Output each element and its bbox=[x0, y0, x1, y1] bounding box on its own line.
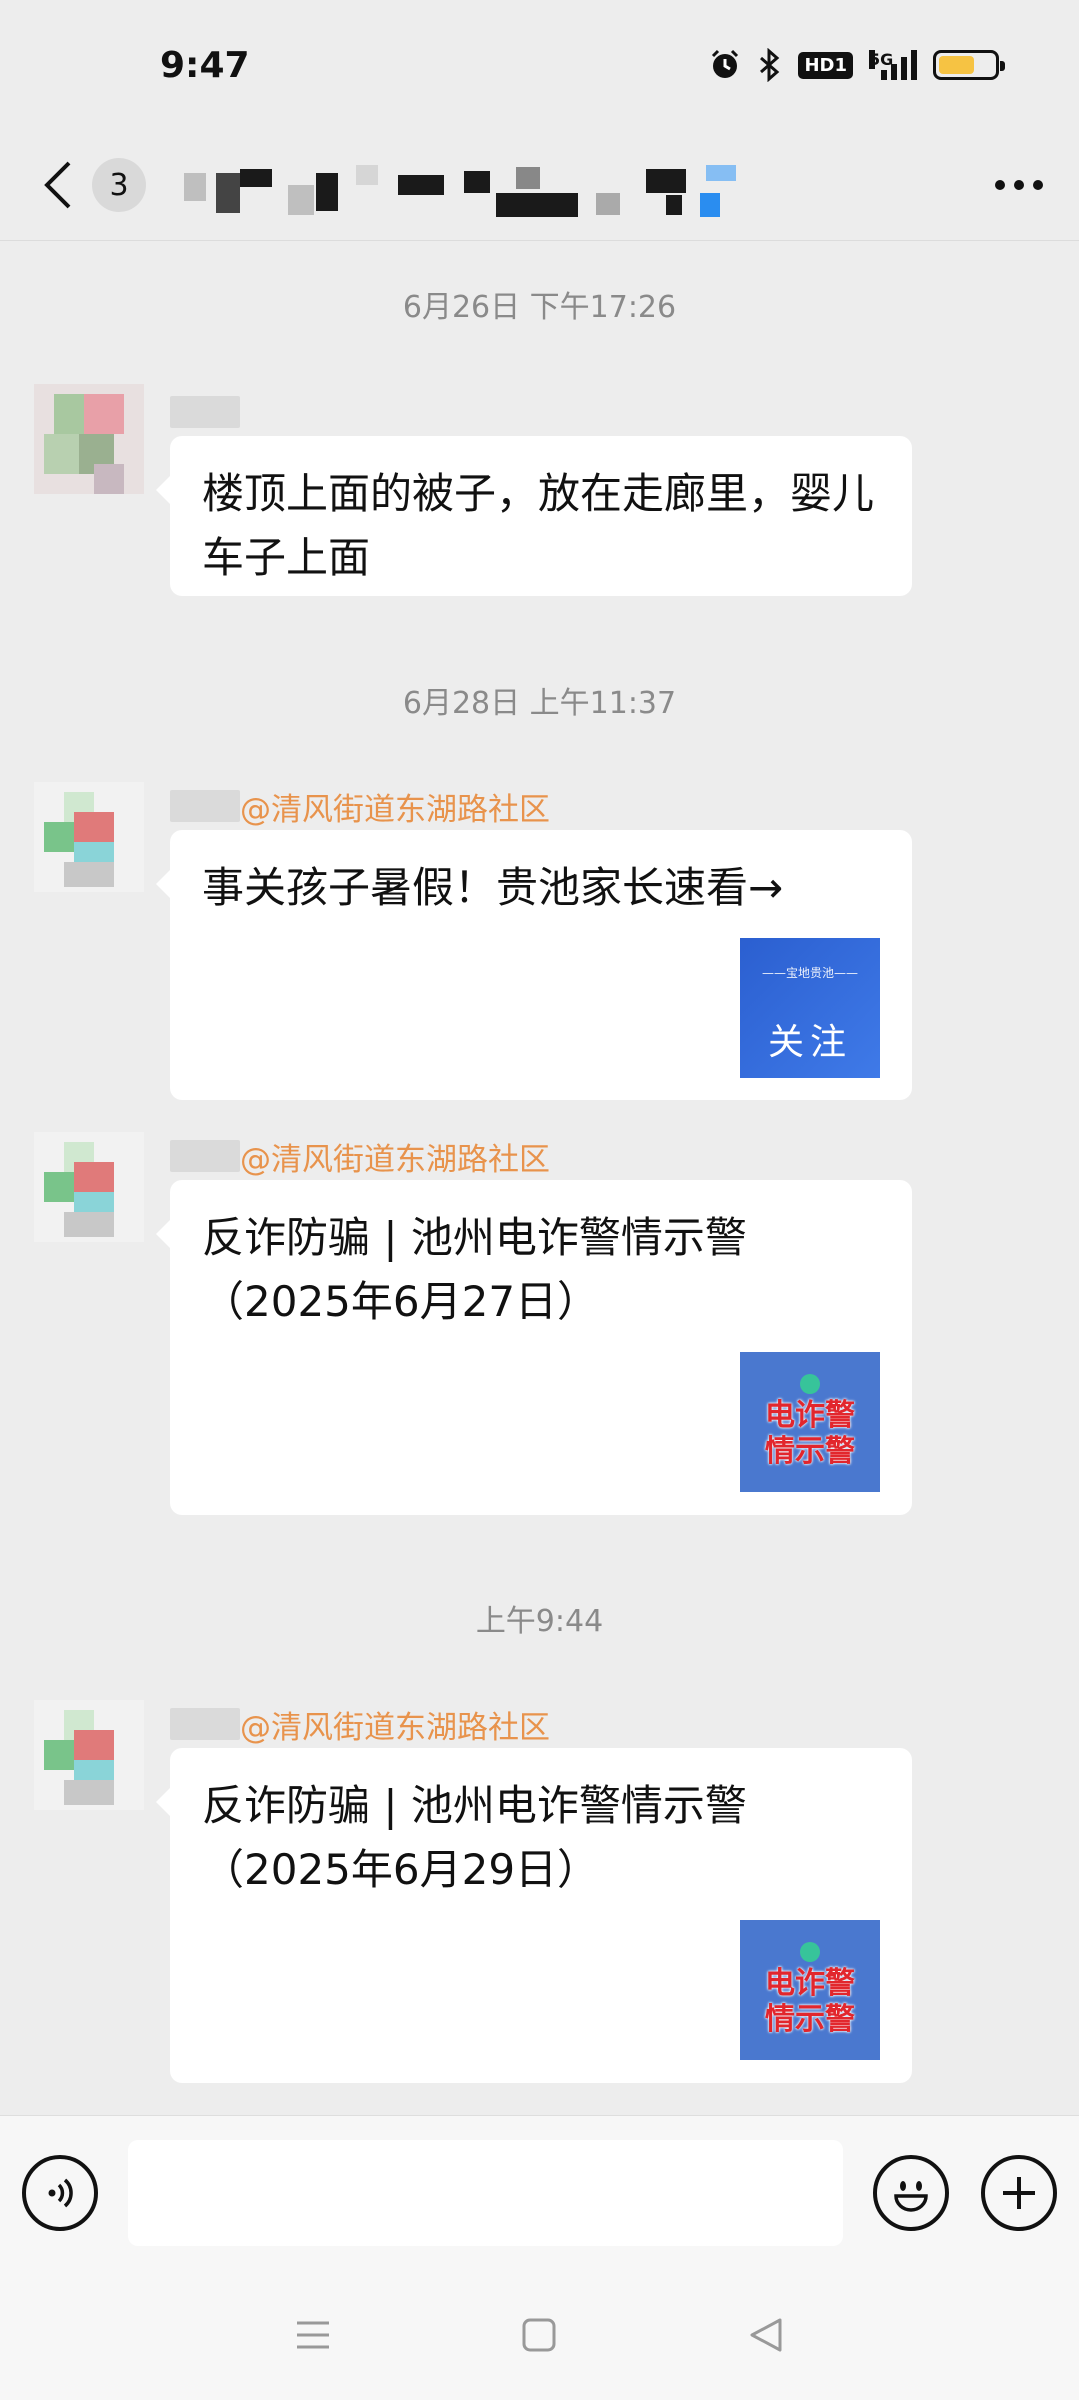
avatar[interactable] bbox=[34, 384, 144, 494]
plus-icon bbox=[1003, 2177, 1035, 2209]
sender-name-redacted bbox=[170, 1708, 240, 1740]
sender-name: @清风街道东湖路社区 bbox=[170, 1704, 550, 1746]
sender-name-redacted bbox=[170, 396, 240, 428]
link-card-title: 反诈防骗 | 池州电诈警情示警（2025年6月27日） bbox=[202, 1213, 747, 1326]
sender-name-redacted bbox=[170, 1140, 240, 1172]
sender-group-tag: @清风街道东湖路社区 bbox=[240, 791, 550, 828]
status-time: 9:47 bbox=[160, 44, 250, 86]
emoji-icon bbox=[894, 2181, 928, 2212]
battery-icon bbox=[933, 50, 1005, 80]
signal-icon: 5G bbox=[869, 50, 917, 80]
back-triangle-icon bbox=[750, 2318, 782, 2352]
unread-count-badge[interactable]: 3 bbox=[92, 158, 146, 212]
thumbnail-title: 电诈警情示警 bbox=[765, 1398, 855, 1469]
sender-name: @清风街道东湖路社区 bbox=[170, 1136, 550, 1178]
home-button[interactable] bbox=[509, 2305, 569, 2365]
status-icons: HD1 5G bbox=[708, 48, 1005, 82]
thumbnail-title: 电诈警情示警 bbox=[765, 1966, 855, 2037]
hd-icon: HD1 bbox=[798, 51, 853, 79]
nav-back-button[interactable] bbox=[736, 2305, 796, 2365]
back-icon bbox=[44, 161, 71, 209]
menu-button[interactable] bbox=[283, 2305, 343, 2365]
link-card-thumbnail: ——宝地贵池—— 关注 bbox=[740, 938, 880, 1078]
link-card-title: 反诈防骗 | 池州电诈警情示警（2025年6月29日） bbox=[202, 1781, 747, 1894]
link-card[interactable]: 反诈防骗 | 池州电诈警情示警（2025年6月27日） 电诈警情示警 bbox=[156, 1180, 912, 1515]
avatar[interactable] bbox=[34, 782, 144, 892]
sender-name-redacted bbox=[170, 790, 240, 822]
chat-title-redacted bbox=[176, 155, 989, 217]
more-icon bbox=[995, 180, 1043, 190]
link-card-thumbnail: 电诈警情示警 bbox=[740, 1920, 880, 2060]
thumbnail-title: 关注 bbox=[767, 1022, 852, 1063]
time-separator: 6月28日 上午11:37 bbox=[402, 686, 677, 721]
header-divider bbox=[0, 240, 1079, 241]
voice-icon bbox=[48, 2178, 73, 2208]
avatar[interactable] bbox=[34, 1132, 144, 1242]
voice-button[interactable] bbox=[22, 2155, 98, 2231]
sender-name bbox=[170, 392, 240, 432]
system-nav-bar bbox=[0, 2270, 1079, 2400]
back-button[interactable] bbox=[30, 155, 86, 215]
police-badge-icon bbox=[800, 1374, 820, 1394]
home-icon bbox=[522, 2318, 556, 2352]
alarm-icon bbox=[708, 48, 742, 82]
menu-icon bbox=[297, 2321, 330, 2349]
time-separator: 6月26日 下午17:26 bbox=[402, 290, 677, 325]
police-badge-icon bbox=[800, 1942, 820, 1962]
link-card-title: 事关孩子暑假！贵池家长速看→ bbox=[202, 863, 784, 912]
sender-group-tag: @清风街道东湖路社区 bbox=[240, 1709, 550, 1746]
plus-button[interactable] bbox=[981, 2155, 1057, 2231]
avatar[interactable] bbox=[34, 1700, 144, 1810]
time-separator: 上午9:44 bbox=[475, 1604, 604, 1639]
more-button[interactable] bbox=[989, 155, 1049, 215]
message-input[interactable] bbox=[128, 2140, 843, 2246]
link-card[interactable]: 事关孩子暑假！贵池家长速看→ ——宝地贵池—— 关注 bbox=[156, 830, 912, 1100]
status-bar: 9:47 HD1 5G bbox=[0, 0, 1079, 130]
link-card[interactable]: 反诈防骗 | 池州电诈警情示警（2025年6月29日） 电诈警情示警 bbox=[156, 1748, 912, 2083]
emoji-button[interactable] bbox=[873, 2155, 949, 2231]
sender-name: @清风街道东湖路社区 bbox=[170, 786, 550, 828]
message-bubble[interactable]: 楼顶上面的被子，放在走廊里，婴儿车子上面 bbox=[156, 436, 912, 596]
sender-group-tag: @清风街道东湖路社区 bbox=[240, 1141, 550, 1178]
bluetooth-icon bbox=[758, 48, 782, 82]
link-card-thumbnail: 电诈警情示警 bbox=[740, 1352, 880, 1492]
input-bar bbox=[0, 2115, 1079, 2270]
message-text: 楼顶上面的被子，放在走廊里，婴儿车子上面 bbox=[202, 469, 875, 582]
chat-header: 3 bbox=[0, 130, 1079, 240]
thumbnail-caption: ——宝地贵池—— bbox=[761, 966, 858, 980]
